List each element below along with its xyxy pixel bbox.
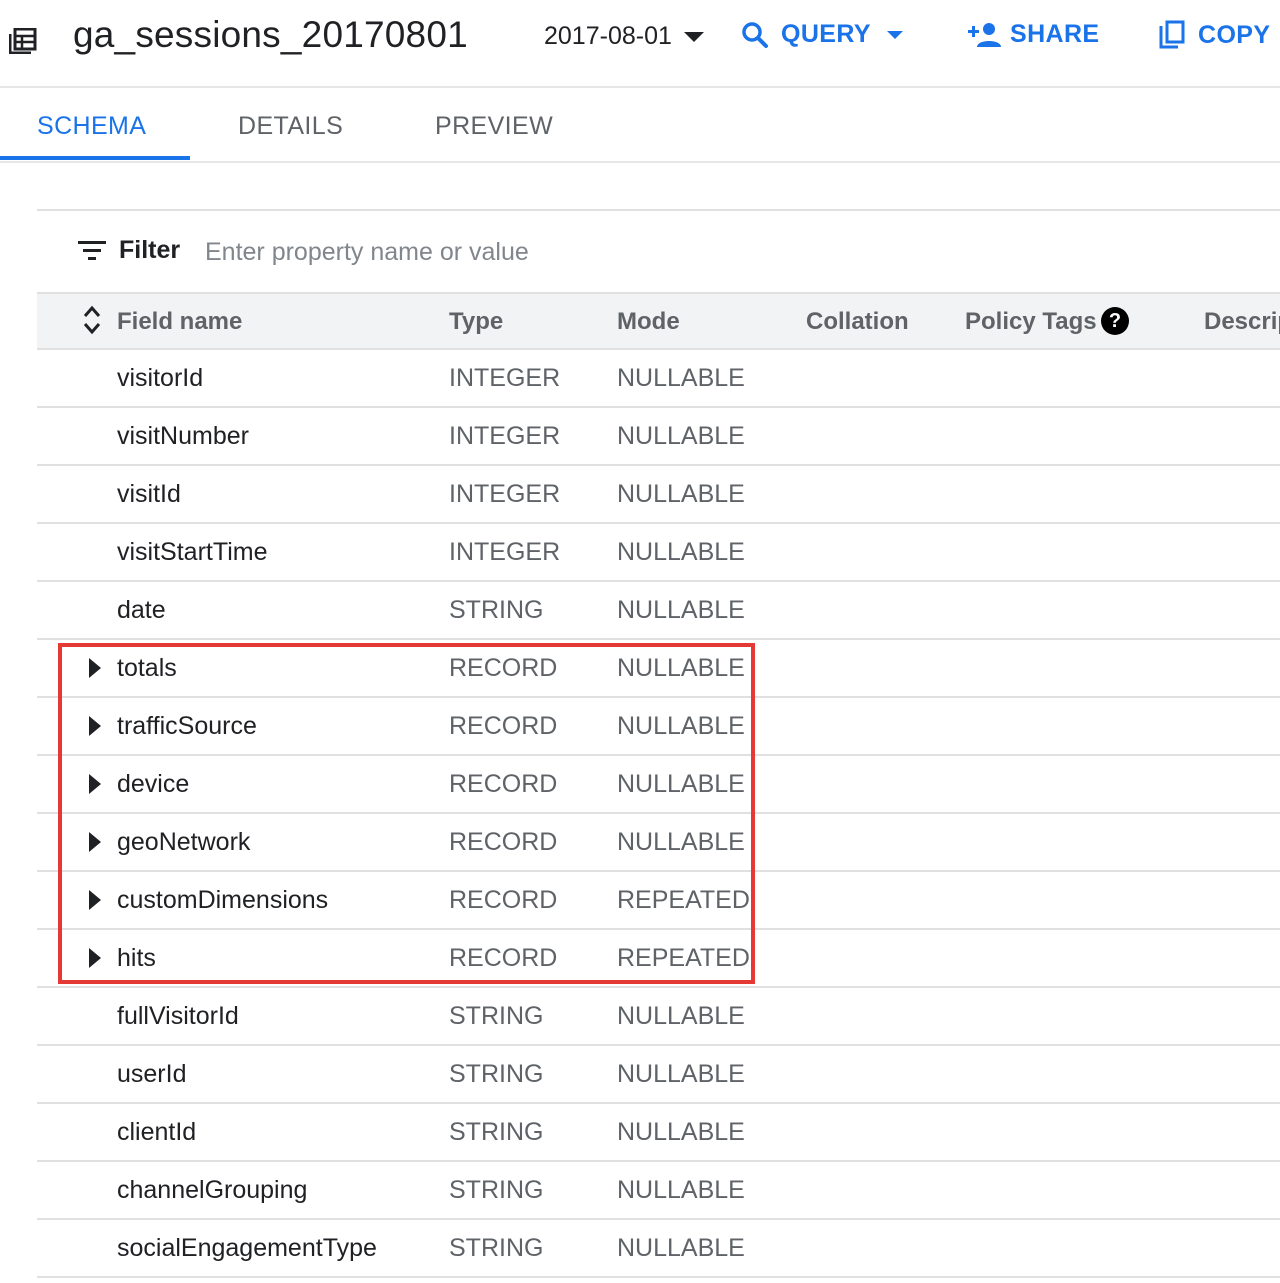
field-name-cell: visitNumber xyxy=(117,422,249,450)
tab-preview[interactable]: PREVIEW xyxy=(435,112,553,141)
sort-icon[interactable] xyxy=(83,304,101,336)
type-cell: STRING xyxy=(449,1234,544,1262)
type-cell: STRING xyxy=(449,1118,544,1146)
mode-cell: NULLABLE xyxy=(617,596,745,624)
date-selector[interactable]: 2017-08-01 xyxy=(544,22,704,51)
mode-cell: NULLABLE xyxy=(617,1060,745,1088)
schema-filter: Filter xyxy=(37,212,1280,292)
table-row: visitStartTime INTEGER NULLABLE xyxy=(37,524,1280,582)
column-header-description: Descrip xyxy=(1204,308,1280,335)
column-header-type: Type xyxy=(449,308,504,335)
filter-input[interactable] xyxy=(203,232,807,272)
type-cell: STRING xyxy=(449,1060,544,1088)
table-row: channelGrouping STRING NULLABLE xyxy=(37,1162,1280,1220)
field-name-cell: date xyxy=(117,596,166,624)
mode-cell: NULLABLE xyxy=(617,1002,745,1030)
table-row: date STRING NULLABLE xyxy=(37,582,1280,640)
chevron-down-icon xyxy=(683,31,704,42)
chevron-down-icon xyxy=(886,30,903,39)
copy-button-label: COPY xyxy=(1198,20,1271,49)
date-selector-value: 2017-08-01 xyxy=(544,22,672,50)
filter-label: Filter xyxy=(119,236,181,264)
mode-cell: NULLABLE xyxy=(617,480,745,508)
field-name-cell: socialEngagementType xyxy=(117,1234,377,1262)
type-cell: INTEGER xyxy=(449,480,561,508)
query-button-label: QUERY xyxy=(781,20,871,48)
field-name-cell: visitorId xyxy=(117,364,204,392)
tab-schema[interactable]: SCHEMA xyxy=(37,112,146,141)
type-cell: STRING xyxy=(449,1176,544,1204)
table-row: clientId STRING NULLABLE xyxy=(37,1104,1280,1162)
type-cell: STRING xyxy=(449,1002,544,1030)
table-row: userId STRING NULLABLE xyxy=(37,1046,1280,1104)
filter-icon xyxy=(78,241,106,260)
table-row: fullVisitorId STRING NULLABLE xyxy=(37,988,1280,1046)
table-row: visitorId INTEGER NULLABLE xyxy=(37,350,1280,408)
help-icon[interactable]: ? xyxy=(1101,307,1129,335)
active-tab-indicator xyxy=(0,156,190,160)
mode-cell: NULLABLE xyxy=(617,364,745,392)
divider xyxy=(37,209,1280,211)
share-button[interactable]: SHARE xyxy=(968,20,1100,49)
search-icon xyxy=(742,21,768,48)
column-header-collation: Collation xyxy=(806,308,909,335)
field-name-cell: channelGrouping xyxy=(117,1176,308,1204)
field-name-cell: userId xyxy=(117,1060,187,1088)
type-cell: INTEGER xyxy=(449,364,561,392)
table-row: visitId INTEGER NULLABLE xyxy=(37,466,1280,524)
type-cell: INTEGER xyxy=(449,538,561,566)
highlight-box xyxy=(58,643,755,984)
table-icon xyxy=(9,28,37,54)
table-row: socialEngagementType STRING NULLABLE xyxy=(37,1220,1280,1278)
page-title: ga_sessions_20170801 xyxy=(73,14,468,55)
column-header-mode: Mode xyxy=(617,308,680,335)
field-name-cell: clientId xyxy=(117,1118,197,1146)
column-header-field-name[interactable]: Field name xyxy=(117,308,242,336)
type-cell: STRING xyxy=(449,596,544,624)
mode-cell: NULLABLE xyxy=(617,538,745,566)
mode-cell: NULLABLE xyxy=(617,422,745,450)
type-cell: INTEGER xyxy=(449,422,561,450)
field-name-cell: fullVisitorId xyxy=(117,1002,239,1030)
mode-cell: NULLABLE xyxy=(617,1118,745,1146)
table-header-bar: ga_sessions_20170801 2017-08-01 QUERY SH… xyxy=(0,0,1280,88)
table-header-row: Field name Type Mode Collation Policy Ta… xyxy=(37,292,1280,350)
share-button-label: SHARE xyxy=(1010,20,1100,48)
tab-details[interactable]: DETAILS xyxy=(238,112,343,141)
mode-cell: NULLABLE xyxy=(617,1234,745,1262)
add-person-icon xyxy=(968,22,1001,47)
field-name-cell: visitStartTime xyxy=(117,538,268,566)
column-header-policy-tags: Policy Tags xyxy=(965,308,1097,335)
field-name-cell: visitId xyxy=(117,480,181,508)
table-row: visitNumber INTEGER NULLABLE xyxy=(37,408,1280,466)
copy-icon xyxy=(1159,20,1185,49)
mode-cell: NULLABLE xyxy=(617,1176,745,1204)
copy-button[interactable]: COPY xyxy=(1158,20,1270,50)
tab-bar: SCHEMA DETAILS PREVIEW xyxy=(0,88,1280,163)
query-button[interactable]: QUERY xyxy=(741,20,903,49)
